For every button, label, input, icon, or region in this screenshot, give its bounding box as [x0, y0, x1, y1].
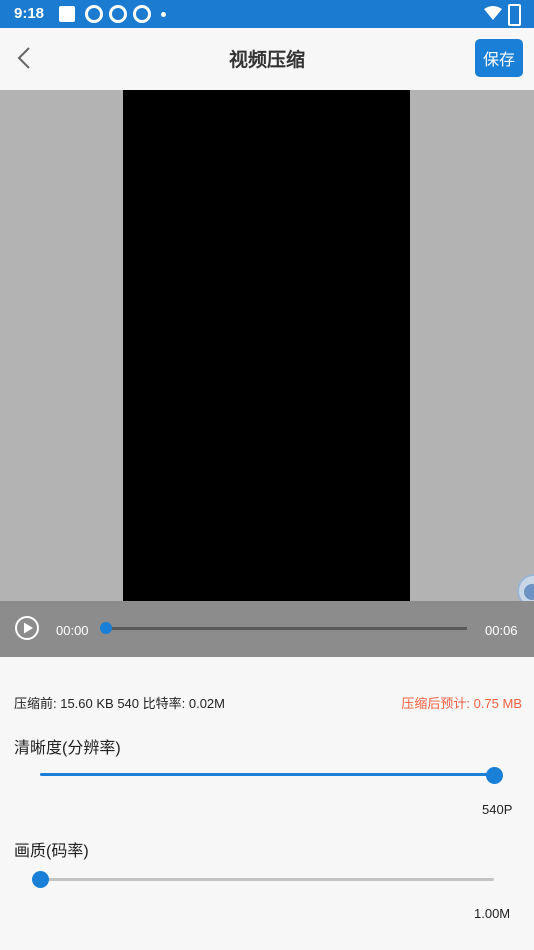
status-time: 9:18 [14, 5, 45, 22]
quality-value: 1.00M [474, 906, 511, 921]
video-preview[interactable] [0, 90, 534, 608]
quality-slider[interactable] [40, 878, 494, 881]
save-button[interactable]: 保存 [475, 39, 523, 77]
clarity-label: 清晰度(分辨率) [14, 740, 121, 757]
seek-bar[interactable] [106, 627, 467, 630]
sync-icon [109, 5, 127, 23]
floating-ball-inner [524, 584, 534, 600]
clarity-slider-thumb[interactable] [485, 767, 503, 784]
duration-time: 00:06 [485, 623, 518, 638]
battery-icon [508, 4, 521, 26]
clarity-slider[interactable] [40, 773, 494, 776]
current-time: 00:00 [56, 623, 89, 638]
before-info: 压缩前: 15.60 KB 540 比特率: 0.02M [14, 696, 225, 711]
sync-icon [133, 5, 151, 23]
play-icon[interactable] [14, 615, 40, 641]
player-controls: 00:00 00:06 [0, 601, 534, 657]
quality-label: 画质(码率) [14, 843, 89, 860]
notification-square-icon [59, 6, 75, 22]
seek-thumb[interactable] [100, 622, 112, 634]
clarity-value: 540P [482, 802, 513, 817]
dot-icon [161, 12, 166, 17]
status-bar: 9:18 [0, 0, 534, 28]
wifi-icon [484, 6, 502, 20]
after-estimate: 压缩后预计: 0.75 MB [401, 696, 522, 711]
sync-icon [85, 5, 103, 23]
page-title: 视频压缩 [228, 50, 305, 71]
quality-slider-thumb[interactable] [31, 871, 49, 888]
video-frame [123, 90, 410, 601]
settings-panel: 压缩前: 15.60 KB 540 比特率: 0.02M 压缩后预计: 0.75… [0, 657, 534, 950]
app-header: 视频压缩 保存 [0, 28, 534, 88]
